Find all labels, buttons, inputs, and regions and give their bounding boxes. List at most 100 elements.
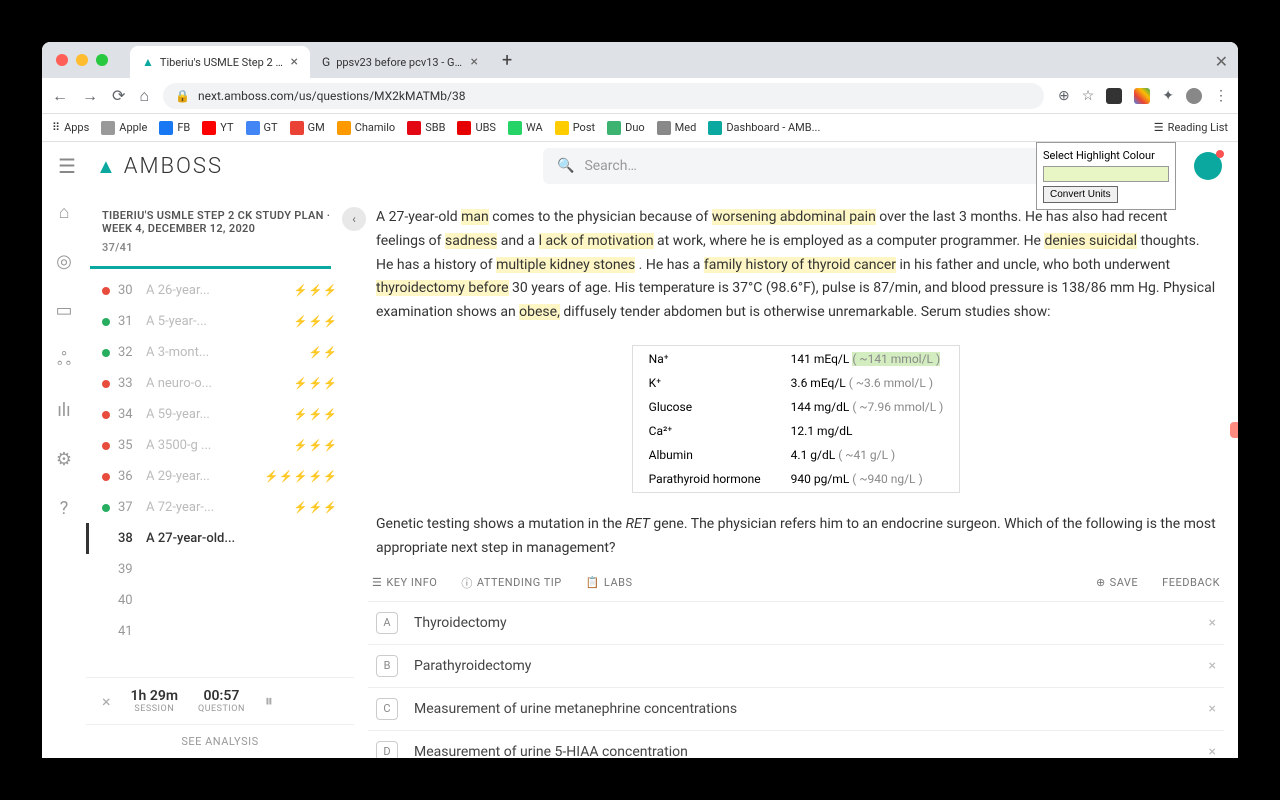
save-button[interactable]: ⊕ SAVE bbox=[1096, 576, 1138, 589]
question-item[interactable]: 36A 29-year...⚡⚡⚡⚡⚡ bbox=[86, 461, 354, 492]
compass-icon[interactable]: ◎ bbox=[56, 251, 72, 272]
difficulty-icon: ⚡⚡⚡ bbox=[294, 284, 338, 297]
bookmark-item[interactable]: UBS bbox=[457, 121, 496, 135]
extensions-menu-icon[interactable]: ✦ bbox=[1162, 88, 1174, 104]
session-time: 1h 29m bbox=[131, 688, 178, 704]
key-info-button[interactable]: ☰ KEY INFO bbox=[372, 576, 437, 589]
question-item[interactable]: 35A 3500-g ...⚡⚡⚡ bbox=[86, 430, 354, 461]
extension-icon[interactable] bbox=[1106, 88, 1122, 104]
search-placeholder: Search… bbox=[584, 158, 636, 174]
tab-title: ppsv23 before pcv13 - Google... bbox=[336, 56, 464, 69]
lab-value: 940 pg/mL ( ~940 ng/L ) bbox=[777, 468, 958, 490]
zoom-icon[interactable]: ⊕ bbox=[1058, 88, 1070, 104]
url-input[interactable]: 🔒 next.amboss.com/us/questions/MX2kMATMb… bbox=[163, 83, 1044, 109]
question-stem-2: Genetic testing shows a mutation in the … bbox=[368, 509, 1224, 565]
collapse-sidebar-button[interactable]: ‹ bbox=[342, 207, 366, 231]
answer-option[interactable]: BParathyroidectomy× bbox=[368, 645, 1224, 688]
answer-text: Thyroidectomy bbox=[414, 615, 1193, 631]
question-number: 31 bbox=[118, 314, 138, 329]
bookmark-item[interactable]: GT bbox=[246, 121, 278, 135]
browser-tab[interactable]: G ppsv23 before pcv13 - Google... × bbox=[310, 46, 490, 78]
bookmark-item[interactable]: Chamilo bbox=[337, 121, 395, 135]
answer-option[interactable]: DMeasurement of urine 5-HIAA concentrati… bbox=[368, 731, 1224, 758]
apps-button[interactable]: ⠿ Apps bbox=[52, 121, 89, 134]
question-item[interactable]: 33A neuro-o...⚡⚡⚡ bbox=[86, 368, 354, 399]
lab-name: Na⁺ bbox=[635, 348, 775, 370]
bookmark-item[interactable]: Post bbox=[555, 121, 595, 135]
help-icon[interactable]: ? bbox=[60, 498, 69, 519]
question-item[interactable]: 39 bbox=[86, 554, 354, 585]
logo-mark-icon: ▲ bbox=[96, 154, 118, 179]
session-label: SESSION bbox=[131, 704, 178, 714]
extension-icon[interactable] bbox=[1134, 88, 1150, 104]
bookmark-item[interactable]: Dashboard - AMB... bbox=[708, 121, 820, 135]
new-tab-button[interactable]: + bbox=[490, 50, 524, 71]
answer-letter: C bbox=[376, 698, 398, 720]
reading-list-button[interactable]: ☰ Reading List bbox=[1154, 121, 1228, 134]
home-button[interactable]: ⌂ bbox=[139, 86, 149, 106]
eliminate-icon[interactable]: × bbox=[1209, 615, 1216, 631]
bookmark-item[interactable]: WA bbox=[508, 121, 543, 135]
see-analysis-button[interactable]: SEE ANALYSIS bbox=[86, 724, 354, 758]
bookmark-star-icon[interactable]: ☆ bbox=[1082, 88, 1095, 104]
question-item[interactable]: 38A 27-year-old... bbox=[86, 523, 354, 554]
tab-close-icon[interactable]: × bbox=[291, 54, 298, 70]
question-item[interactable]: 32A 3-mont...⚡⚡ bbox=[86, 337, 354, 368]
question-number: 32 bbox=[118, 345, 138, 360]
question-item[interactable]: 37A 72-year-...⚡⚡⚡ bbox=[86, 492, 354, 523]
color-swatch[interactable] bbox=[1043, 166, 1169, 182]
logo-text: AMBOSS bbox=[124, 154, 223, 179]
question-item[interactable]: 41 bbox=[86, 616, 354, 647]
bookmark-item[interactable]: GM bbox=[290, 121, 325, 135]
reload-button[interactable]: ⟳ bbox=[112, 86, 125, 105]
bookmark-item[interactable]: Duo bbox=[607, 121, 645, 135]
logo[interactable]: ▲ AMBOSS bbox=[96, 154, 223, 179]
maximize-window-button[interactable] bbox=[96, 54, 108, 66]
bookmark-item[interactable]: SBB bbox=[407, 121, 445, 135]
close-timer-icon[interactable]: × bbox=[102, 692, 111, 711]
chart-icon[interactable]: ılı bbox=[57, 400, 70, 421]
bookmark-item[interactable]: Apple bbox=[101, 121, 147, 135]
question-number: 39 bbox=[118, 562, 138, 577]
book-icon[interactable]: ▭ bbox=[55, 300, 72, 321]
bookmark-item[interactable]: YT bbox=[202, 121, 233, 135]
convert-units-button[interactable]: Convert Units bbox=[1043, 186, 1118, 203]
question-preview: A 3500-g ... bbox=[146, 438, 286, 453]
home-icon[interactable]: ⌂ bbox=[59, 202, 70, 223]
answer-option[interactable]: AThyroidectomy× bbox=[368, 602, 1224, 645]
close-window-button[interactable] bbox=[56, 54, 68, 66]
question-preview: A 72-year-... bbox=[146, 500, 286, 515]
question-item[interactable]: 40 bbox=[86, 585, 354, 616]
question-list[interactable]: 30A 26-year...⚡⚡⚡31A 5-year-...⚡⚡⚡32A 3-… bbox=[86, 269, 354, 677]
eliminate-icon[interactable]: × bbox=[1209, 744, 1216, 758]
google-favicon: G bbox=[322, 55, 330, 69]
tab-close-icon[interactable]: × bbox=[471, 54, 478, 70]
minimize-window-button[interactable] bbox=[76, 54, 88, 66]
browser-tab-active[interactable]: ▲ Tiberiu's USMLE Step 2 CK stu... × bbox=[130, 46, 310, 78]
menu-icon[interactable]: ☰ bbox=[58, 154, 76, 178]
profile-icon[interactable] bbox=[1186, 88, 1202, 104]
eliminate-icon[interactable]: × bbox=[1209, 701, 1216, 717]
eliminate-icon[interactable]: × bbox=[1209, 658, 1216, 674]
back-button[interactable]: ← bbox=[52, 86, 68, 106]
gear-icon[interactable]: ⚙ bbox=[56, 449, 72, 470]
attending-tip-button[interactable]: ⓘATTENDING TIP bbox=[461, 575, 561, 591]
bookmark-item[interactable]: FB bbox=[159, 121, 190, 135]
feedback-button[interactable]: FEEDBACK bbox=[1162, 576, 1220, 589]
answer-option[interactable]: CMeasurement of urine metanephrine conce… bbox=[368, 688, 1224, 731]
feedback-tab[interactable] bbox=[1230, 422, 1238, 438]
question-item[interactable]: 31A 5-year-...⚡⚡⚡ bbox=[86, 306, 354, 337]
dismiss-icon[interactable]: ✕ bbox=[1215, 52, 1228, 71]
forward-button[interactable]: → bbox=[82, 86, 98, 106]
question-item[interactable]: 30A 26-year...⚡⚡⚡ bbox=[86, 275, 354, 306]
bookmark-item[interactable]: Med bbox=[657, 121, 697, 135]
labs-button[interactable]: 📋LABS bbox=[586, 576, 633, 589]
pause-icon[interactable]: ⏸ bbox=[265, 691, 273, 711]
lab-value: 4.1 g/dL ( ~41 g/L ) bbox=[777, 444, 958, 466]
stethoscope-icon[interactable]: ஃ bbox=[57, 349, 71, 372]
highlight: sadness bbox=[445, 233, 497, 249]
lab-value: 144 mg/dL ( ~7.96 mmol/L ) bbox=[777, 396, 958, 418]
kebab-menu-icon[interactable]: ⋮ bbox=[1214, 88, 1228, 104]
question-item[interactable]: 34A 59-year...⚡⚡⚡ bbox=[86, 399, 354, 430]
avatar[interactable] bbox=[1194, 152, 1222, 180]
